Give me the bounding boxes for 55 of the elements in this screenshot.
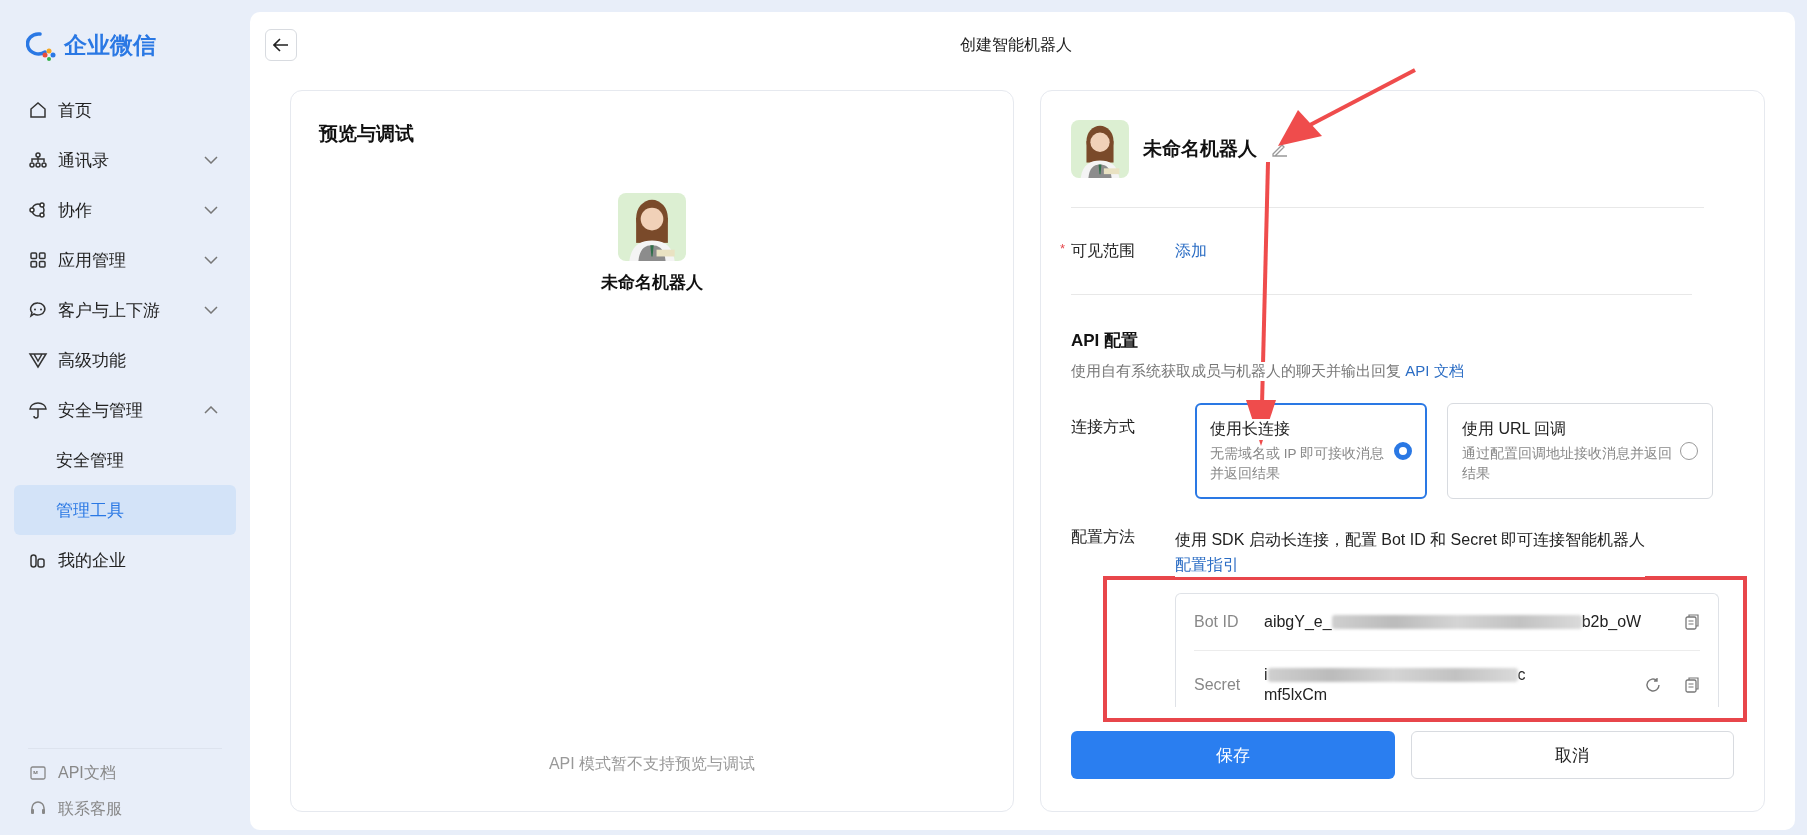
- field-label: 配置方法: [1071, 527, 1136, 547]
- sidebar-item[interactable]: 安全与管理: [14, 385, 236, 435]
- option-description: 无需域名或 IP 即可接收消息并返回结果: [1210, 444, 1385, 483]
- method-text: 使用 SDK 启动长连接，配置 Bot ID 和 Secret 即可连接智能机器人: [1175, 530, 1646, 550]
- sidebar-item[interactable]: 通讯录: [14, 135, 236, 185]
- nav-icon: [28, 300, 48, 320]
- bot-name: 未命名机器人: [601, 272, 703, 294]
- required-mark: *: [1060, 240, 1066, 256]
- credential-value: b2b_oW: [1581, 612, 1642, 632]
- radio-button[interactable]: [1394, 442, 1412, 460]
- nav-icon: [28, 150, 48, 170]
- section-title: API 配置: [1071, 330, 1140, 352]
- nav-icon: [28, 200, 48, 220]
- sidebar-item[interactable]: 客户与上下游: [14, 285, 236, 335]
- field-label: 连接方式: [1071, 417, 1136, 437]
- back-button[interactable]: [265, 29, 297, 61]
- logo-icon: [26, 30, 58, 61]
- option-description: 通过配置回调地址接收消息并返回结果: [1462, 444, 1672, 483]
- guide-link[interactable]: 配置指引: [1175, 556, 1239, 573]
- notice-text: API 模式暂不支持预览与调试: [548, 754, 756, 774]
- credential-value: mf5lxCm: [1264, 686, 1328, 703]
- refresh-icon[interactable]: [1644, 676, 1662, 694]
- logo-text: 企业微信: [64, 31, 156, 60]
- credential-value: i: [1264, 665, 1268, 685]
- nav-icon: [28, 350, 48, 370]
- sidebar-item[interactable]: 我的企业: [14, 535, 236, 585]
- sidebar-item[interactable]: 首页: [14, 85, 236, 135]
- back-arrow-icon: [273, 38, 289, 52]
- credential-label: Bot ID: [1194, 613, 1240, 631]
- doc-link[interactable]: API 文档: [1405, 362, 1464, 379]
- option-card[interactable]: 使用 URL 回调 通过配置回调地址接收消息并返回结果: [1447, 403, 1713, 499]
- credential-value: aibgY_e_: [1264, 612, 1332, 632]
- bot-name: 未命名机器人: [1143, 137, 1257, 161]
- copy-icon[interactable]: [1684, 613, 1700, 631]
- nav-icon: [28, 250, 48, 270]
- sidebar-item[interactable]: 安全管理: [14, 435, 236, 485]
- nav-icon: [28, 400, 48, 420]
- credential-value: c: [1517, 665, 1526, 685]
- document-icon: [28, 763, 48, 783]
- add-link[interactable]: 添加: [1175, 240, 1207, 262]
- sidebar-item[interactable]: 高级功能: [14, 335, 236, 385]
- page-title: 创建智能机器人: [960, 34, 1072, 55]
- credential-label: Secret: [1194, 676, 1242, 694]
- save-button[interactable]: 保存: [1071, 731, 1395, 779]
- field-label: 可见范围: [1071, 241, 1135, 259]
- panel-title: 预览与调试: [319, 122, 414, 146]
- option-title: 使用 URL 回调: [1462, 418, 1567, 440]
- option-title: 使用长连接: [1210, 418, 1290, 440]
- cancel-button[interactable]: 取消: [1410, 731, 1734, 779]
- section-description: 使用自有系统获取成员与机器人的聊天并输出回复 API 文档: [1071, 362, 1464, 381]
- nav-icon: [28, 100, 48, 120]
- sidebar-item[interactable]: 协作: [14, 185, 236, 235]
- sidebar-item[interactable]: 应用管理: [14, 235, 236, 285]
- radio-button[interactable]: [1680, 442, 1698, 460]
- copy-icon[interactable]: [1684, 676, 1700, 694]
